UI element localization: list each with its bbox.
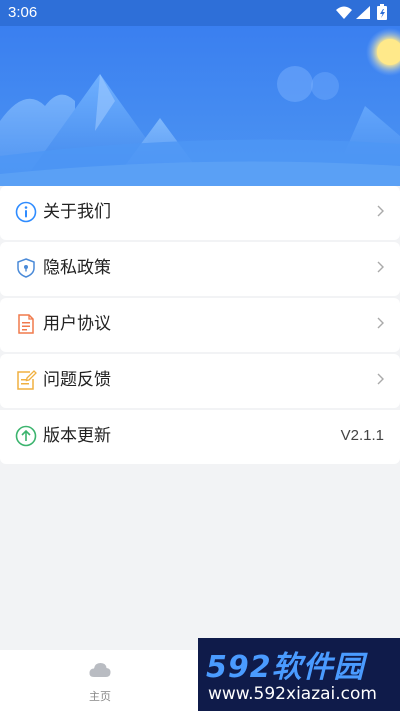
- wifi-icon: [336, 6, 352, 19]
- status-icons: [334, 4, 392, 22]
- shield-icon: [17, 258, 35, 278]
- chevron-right-icon: [377, 205, 384, 217]
- chevron-right-icon: [377, 261, 384, 273]
- settings-menu: 关于我们 隐私政策 用户协议 问题反馈 版本更新 V2.1.1: [0, 186, 400, 466]
- menu-label-feedback: 问题反馈: [43, 370, 111, 390]
- signal-icon: [356, 6, 370, 19]
- edit-note-icon: [17, 370, 37, 390]
- status-bar: 3:06: [0, 0, 400, 26]
- menu-item-privacy-policy[interactable]: 隐私政策: [0, 242, 400, 296]
- document-icon: [18, 314, 34, 334]
- watermark-brand: 592软件园: [206, 650, 365, 685]
- nav-home-tab[interactable]: 主页: [60, 656, 140, 706]
- menu-label-about-us: 关于我们: [43, 202, 111, 222]
- menu-item-user-agreement[interactable]: 用户协议: [0, 298, 400, 352]
- menu-label-version-update: 版本更新: [43, 426, 111, 446]
- header-banner: [0, 26, 400, 186]
- status-time: 3:06: [8, 4, 38, 21]
- chevron-right-icon: [377, 317, 384, 329]
- watermark-logo: 592软件园 www.592xiazai.com: [198, 638, 400, 711]
- menu-item-about-us[interactable]: 关于我们: [0, 186, 400, 240]
- menu-label-privacy-policy: 隐私政策: [43, 258, 111, 278]
- info-icon: [15, 201, 37, 223]
- chevron-right-icon: [377, 373, 384, 385]
- menu-label-user-agreement: 用户协议: [43, 314, 111, 334]
- menu-item-feedback[interactable]: 问题反馈: [0, 354, 400, 408]
- cloud-icon: [89, 663, 111, 677]
- nav-home-label: 主页: [89, 690, 111, 703]
- version-number: V2.1.1: [340, 427, 384, 444]
- menu-item-version-update[interactable]: 版本更新 V2.1.1: [0, 410, 400, 464]
- watermark-url: www.592xiazai.com: [208, 684, 377, 704]
- battery-icon: [377, 4, 387, 20]
- upload-arrow-icon: [15, 425, 37, 447]
